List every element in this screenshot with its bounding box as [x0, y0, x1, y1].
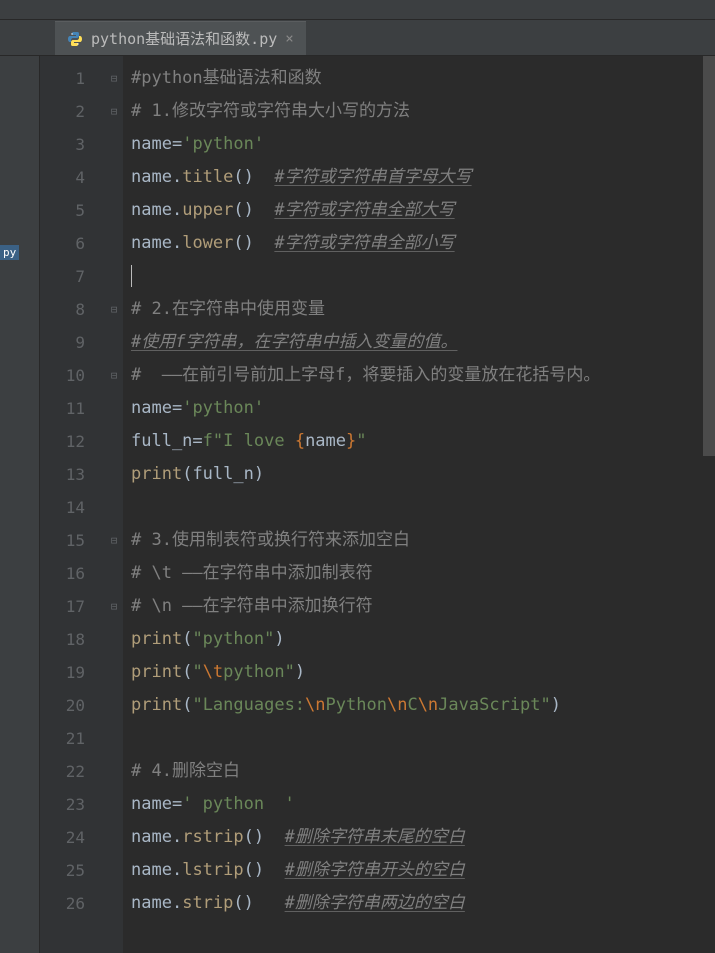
code-line: name.lstrip() #删除字符串开头的空白 — [131, 854, 715, 887]
code-line: name.upper() #字符或字符串全部大写 — [131, 194, 715, 227]
code-line — [131, 722, 715, 755]
code-line: # 3.使用制表符或换行符来添加空白 — [131, 524, 715, 557]
fold-icon[interactable]: ⊟ — [105, 95, 123, 128]
code-line: name=' python ' — [131, 788, 715, 821]
line-number: 18 — [40, 623, 105, 656]
code-line: print("\tpython") — [131, 656, 715, 689]
code-line — [131, 260, 715, 293]
window-top-bar — [0, 0, 715, 20]
line-number: 7 — [40, 260, 105, 293]
line-number: 15 — [40, 524, 105, 557]
text-cursor — [131, 265, 132, 287]
editor-tab-bar: python基础语法和函数.py × — [0, 20, 715, 56]
code-line: #python基础语法和函数 — [131, 62, 715, 95]
tab-filename: python基础语法和函数.py — [91, 28, 277, 49]
line-number: 4 — [40, 161, 105, 194]
code-line: # 1.修改字符或字符串大小写的方法 — [131, 95, 715, 128]
code-editor-area[interactable]: #python基础语法和函数 # 1.修改字符或字符串大小写的方法 name='… — [123, 56, 715, 953]
line-number: 14 — [40, 491, 105, 524]
project-edge: py — [0, 56, 40, 953]
line-number: 16 — [40, 557, 105, 590]
line-number: 12 — [40, 425, 105, 458]
code-line: name.title() #字符或字符串首字母大写 — [131, 161, 715, 194]
code-line: name='python' — [131, 128, 715, 161]
line-number: 1 — [40, 62, 105, 95]
code-line: name.strip() #删除字符串两边的空白 — [131, 887, 715, 920]
file-tab[interactable]: python基础语法和函数.py × — [55, 21, 306, 55]
fold-icon[interactable]: ⊟ — [105, 293, 123, 326]
code-line: #使用f字符串，在字符串中插入变量的值。 — [131, 326, 715, 359]
fold-icon[interactable]: ⊟ — [105, 590, 123, 623]
code-line: name='python' — [131, 392, 715, 425]
line-number: 19 — [40, 656, 105, 689]
file-badge: py — [0, 245, 19, 260]
code-line — [131, 491, 715, 524]
line-number: 6 — [40, 227, 105, 260]
line-number: 8 — [40, 293, 105, 326]
line-number: 9 — [40, 326, 105, 359]
line-number: 2 — [40, 95, 105, 128]
editor: py 1 2 3 4 5 6 7 8 9 10 11 12 13 14 15 1… — [0, 56, 715, 953]
fold-icon[interactable]: ⊟ — [105, 359, 123, 392]
line-number: 22 — [40, 755, 105, 788]
vertical-scrollbar[interactable] — [703, 56, 715, 456]
close-icon[interactable]: × — [285, 31, 293, 47]
code-line: name.rstrip() #删除字符串末尾的空白 — [131, 821, 715, 854]
line-number: 26 — [40, 887, 105, 920]
line-number: 3 — [40, 128, 105, 161]
fold-icon[interactable]: ⊟ — [105, 62, 123, 95]
python-file-icon — [67, 31, 83, 47]
line-number: 10 — [40, 359, 105, 392]
code-line: print("python") — [131, 623, 715, 656]
line-number: 24 — [40, 821, 105, 854]
code-line: # \t ——在字符串中添加制表符 — [131, 557, 715, 590]
code-line: # 2.在字符串中使用变量 — [131, 293, 715, 326]
line-number-gutter[interactable]: 1 2 3 4 5 6 7 8 9 10 11 12 13 14 15 16 1… — [40, 56, 105, 953]
fold-icon[interactable]: ⊟ — [105, 524, 123, 557]
line-number: 25 — [40, 854, 105, 887]
code-line: full_n=f"I love {name}" — [131, 425, 715, 458]
line-number: 11 — [40, 392, 105, 425]
line-number: 21 — [40, 722, 105, 755]
code-line: # ——在前引号前加上字母f，将要插入的变量放在花括号内。 — [131, 359, 715, 392]
line-number: 17 — [40, 590, 105, 623]
code-line: print(full_n) — [131, 458, 715, 491]
line-number: 5 — [40, 194, 105, 227]
line-number: 13 — [40, 458, 105, 491]
line-number: 23 — [40, 788, 105, 821]
code-line: # \n ——在字符串中添加换行符 — [131, 590, 715, 623]
fold-gutter: ⊟ ⊟ ⊟ ⊟ ⊟ ⊟ — [105, 56, 123, 953]
code-line: # 4.删除空白 — [131, 755, 715, 788]
code-line: print("Languages:\nPython\nC\nJavaScript… — [131, 689, 715, 722]
line-number: 20 — [40, 689, 105, 722]
code-line: name.lower() #字符或字符串全部小写 — [131, 227, 715, 260]
